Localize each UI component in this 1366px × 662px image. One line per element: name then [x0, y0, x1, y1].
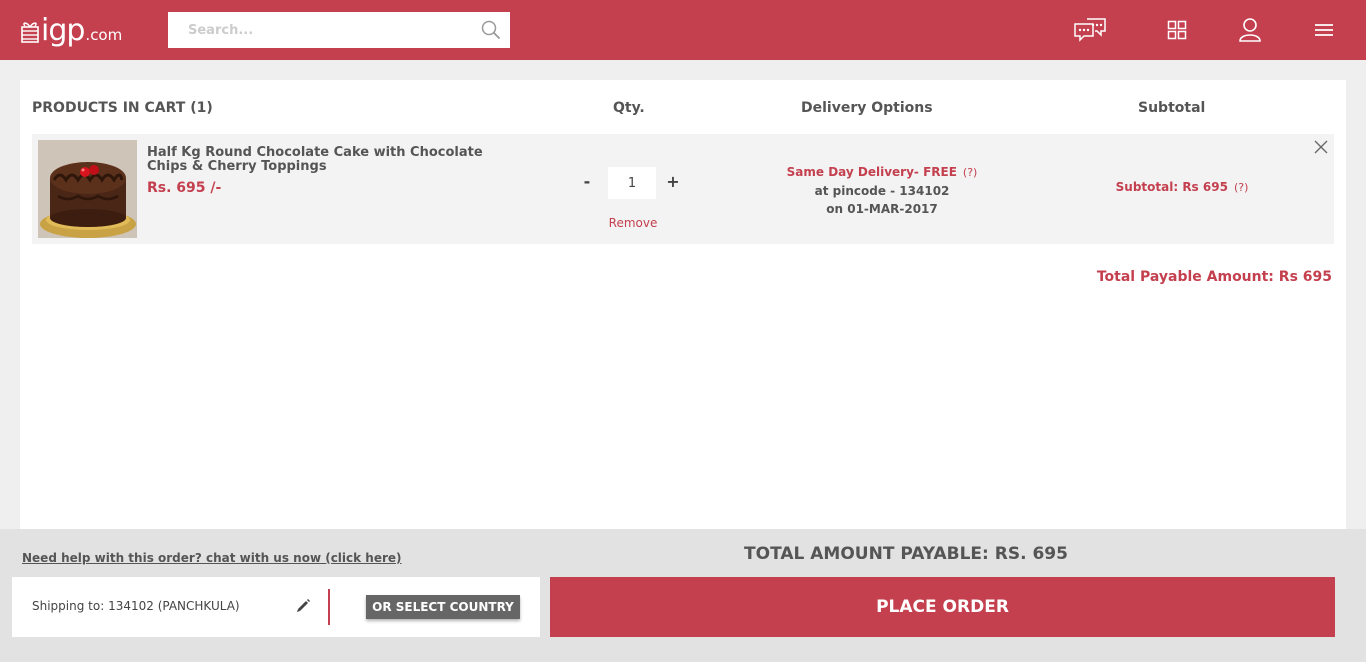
grand-total: TOTAL AMOUNT PAYABLE: RS. 695: [744, 544, 1068, 564]
qty-header: Qty.: [613, 100, 645, 116]
cart-panel: PRODUCTS IN CART (1) Qty. Delivery Optio…: [20, 80, 1346, 529]
total-payable-amount: Total Payable Amount: Rs 695: [1096, 269, 1332, 285]
search-box: [168, 12, 510, 48]
subtotal-text: Subtotal: Rs 695: [1115, 180, 1228, 194]
delivery-type: Same Day Delivery- FREE: [786, 165, 957, 179]
gift-logo-icon: [21, 22, 39, 43]
delivery-pincode: at pincode - 134102: [814, 184, 950, 198]
delivery-info: Same Day Delivery- FREE (?) at pincode - …: [762, 163, 1002, 218]
delivery-help-link[interactable]: (?): [963, 166, 977, 179]
product-price: Rs. 695 /-: [147, 180, 222, 196]
product-name[interactable]: Half Kg Round Chocolate Cake with Chocol…: [147, 146, 507, 174]
shipping-address: Shipping to: 134102 (PANCHKULA): [32, 599, 240, 613]
qty-input[interactable]: [608, 167, 656, 199]
delivery-date: on 01-MAR-2017: [826, 202, 938, 216]
chat-icon[interactable]: [1072, 0, 1108, 60]
checkout-bar: Need help with this order? chat with us …: [0, 529, 1366, 662]
igp-logo[interactable]: igp .com: [20, 10, 122, 46]
qty-increase-button[interactable]: +: [664, 172, 682, 191]
product-image[interactable]: [38, 140, 137, 238]
logo-text: igp: [41, 13, 85, 48]
logo-suffix: .com: [85, 26, 123, 44]
qty-decrease-button[interactable]: -: [578, 172, 596, 191]
close-icon[interactable]: [1314, 140, 1328, 154]
subtotal-header: Subtotal: [1138, 100, 1206, 116]
item-subtotal: Subtotal: Rs 695 (?): [1092, 180, 1272, 194]
select-country-button[interactable]: OR SELECT COUNTRY: [366, 595, 520, 619]
divider: [328, 589, 330, 625]
shipping-box: Shipping to: 134102 (PANCHKULA) OR SELEC…: [12, 577, 540, 637]
place-order-button[interactable]: PLACE ORDER: [550, 577, 1335, 637]
pencil-icon[interactable]: [295, 598, 311, 614]
search-icon[interactable]: [481, 20, 501, 40]
chat-help-link[interactable]: Need help with this order? chat with us …: [22, 551, 402, 565]
menu-icon[interactable]: [1313, 0, 1335, 60]
products-header: PRODUCTS IN CART (1): [32, 100, 213, 116]
remove-link[interactable]: Remove: [602, 216, 664, 230]
user-icon[interactable]: [1237, 0, 1263, 60]
grid-icon[interactable]: [1166, 0, 1188, 60]
delivery-header: Delivery Options: [801, 100, 933, 116]
search-input[interactable]: [168, 12, 473, 48]
cart-item-row: Half Kg Round Chocolate Cake with Chocol…: [32, 134, 1334, 244]
top-bar: igp .com: [0, 0, 1366, 60]
subtotal-help-link[interactable]: (?): [1234, 181, 1248, 194]
